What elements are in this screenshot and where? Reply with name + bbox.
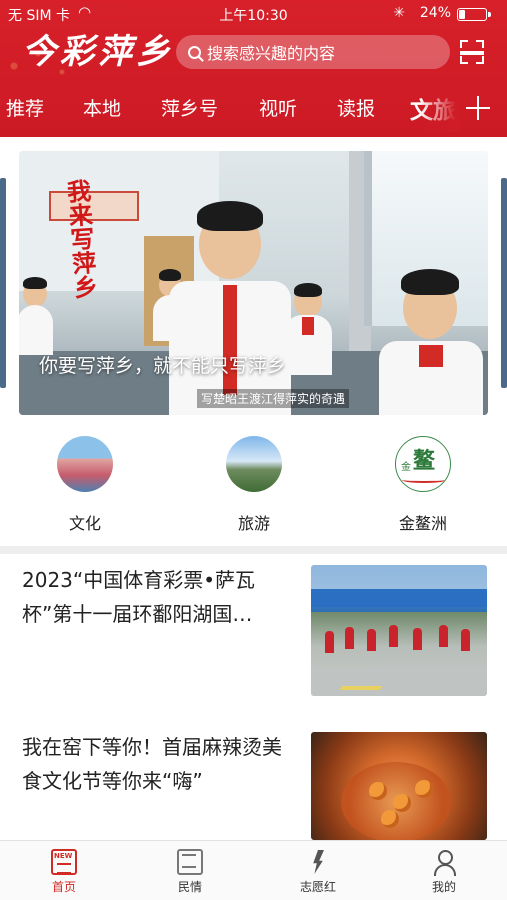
add-channel-icon[interactable] (466, 96, 490, 120)
carousel-prev-peek[interactable] (0, 178, 6, 388)
section-divider (0, 546, 507, 554)
bluetooth-icon: ✳ (393, 5, 405, 21)
volunteer-icon (305, 849, 331, 875)
cycling-race-image[interactable] (311, 565, 487, 696)
battery-icon (457, 8, 491, 21)
search-icon (188, 45, 201, 59)
jinaozhou-icon: 金 鳌 (395, 436, 451, 492)
news-home-icon (51, 849, 77, 875)
search-bar[interactable]: 搜索感兴趣的内容 (176, 35, 450, 69)
battery-percent: 24% (419, 5, 451, 21)
quick-link-label: 文化 (68, 514, 101, 533)
nav-label: 志愿红 (299, 880, 336, 894)
nav-label: 首页 (51, 880, 76, 894)
tab-recommend[interactable]: 推荐 (6, 94, 44, 121)
spicy-food-image[interactable] (311, 732, 487, 840)
carousel-next-peek[interactable] (501, 178, 507, 388)
app-header: 无 SIM 卡 ◠ 上午10:30 ✳ 24% 今彩萍乡 搜索感兴趣的内容 推荐… (0, 0, 507, 137)
mail-icon (177, 849, 203, 875)
travel-icon (226, 436, 282, 492)
nav-volunteer[interactable]: 志愿红 (268, 841, 368, 900)
search-placeholder: 搜索感兴趣的内容 (207, 44, 336, 63)
quick-link-travel[interactable]: 旅游 (204, 436, 304, 534)
channel-tabs: 推荐 本地 萍乡号 视听 读报 文旅 (0, 88, 507, 132)
quick-link-jinaozhou[interactable]: 金 鳌 金鳌洲 (373, 436, 473, 534)
culture-icon (57, 436, 113, 492)
tab-pingxiang-hao[interactable]: 萍乡号 (161, 94, 218, 121)
banner-subtitle: 写楚昭王渡江得萍实的奇遇 (197, 389, 350, 408)
nav-label: 我的 (431, 880, 456, 894)
tab-local[interactable]: 本地 (83, 94, 121, 121)
banner-carousel[interactable]: 我来写萍乡 你要写萍乡，就不能只写萍乡 写楚昭王渡江得萍实的奇遇 (19, 151, 488, 415)
app-logo[interactable]: 今彩萍乡 (22, 30, 174, 74)
tab-video-audio[interactable]: 视听 (259, 94, 297, 121)
bottom-tab-bar: 首页 民情 志愿红 我的 (0, 840, 507, 900)
battery-fill (459, 10, 465, 19)
news-title[interactable]: 2023“中国体育彩票•萨瓦杯”第十一届环鄱阳湖国… (22, 563, 292, 631)
nav-label: 民情 (177, 880, 202, 894)
news-title[interactable]: 我在窑下等你！首届麻辣烫美食文化节等你来“嗨” (22, 730, 292, 798)
nav-mine[interactable]: 我的 (394, 841, 494, 900)
scan-icon[interactable] (460, 40, 484, 64)
quick-link-culture[interactable]: 文化 (35, 436, 135, 534)
tab-newspaper[interactable]: 读报 (337, 94, 375, 121)
user-icon (431, 849, 457, 876)
jinaozhou-logo-main: 鳌 (412, 449, 435, 474)
quick-link-label: 旅游 (237, 514, 270, 533)
tab-fade (420, 88, 460, 132)
status-bar: 无 SIM 卡 ◠ 上午10:30 ✳ 24% (0, 0, 507, 28)
nav-home[interactable]: 首页 (14, 841, 114, 900)
banner-caption: 你要写萍乡，就不能只写萍乡 (39, 355, 287, 377)
nav-public-opinion[interactable]: 民情 (140, 841, 240, 900)
quick-link-label: 金鳌洲 (398, 514, 447, 533)
